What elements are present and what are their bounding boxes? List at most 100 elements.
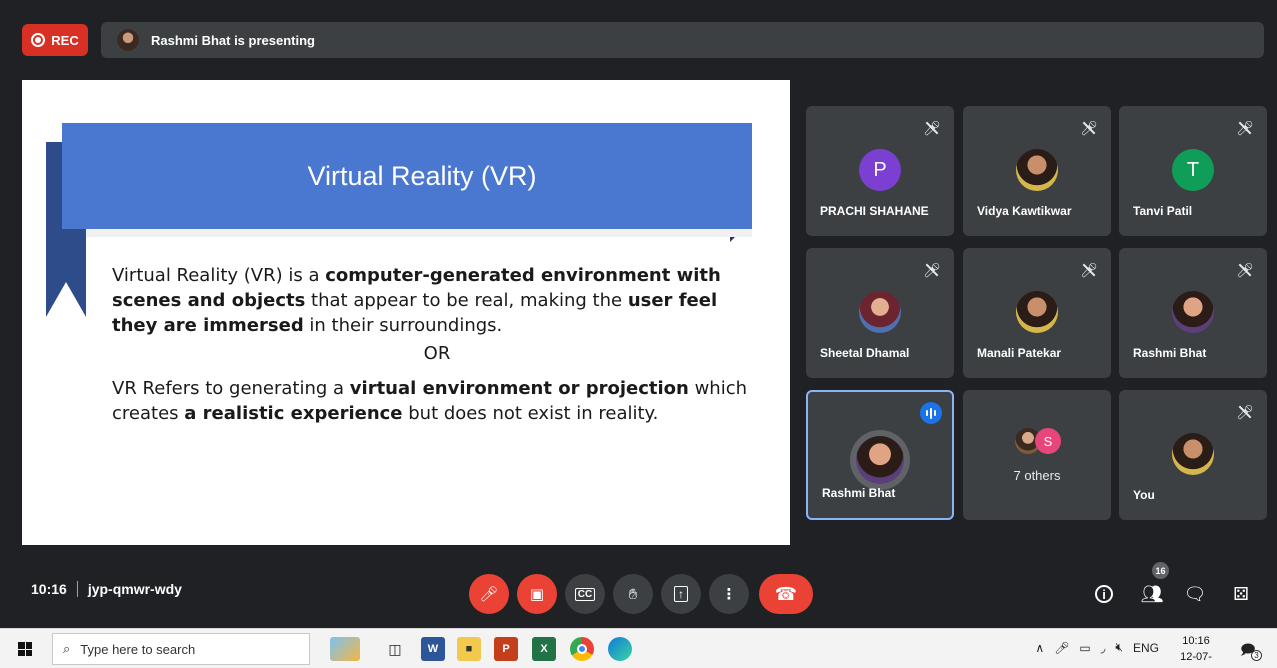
battery-icon[interactable]: ▭ [1079, 641, 1090, 655]
activities-button[interactable]: ⚄ [1227, 580, 1255, 608]
meeting-info: 10:16 jyp-qmwr-wdy [31, 581, 182, 597]
notification-center-icon[interactable]: 🗩︎ 3 [1240, 639, 1262, 661]
more-options-button[interactable]: ⋮ [709, 574, 749, 614]
speaking-indicator-icon [920, 402, 942, 424]
participant-name: Rashmi Bhat [822, 486, 896, 500]
language-indicator[interactable]: ENG [1133, 641, 1159, 655]
presenting-banner: Rashmi Bhat is presenting [101, 22, 1264, 58]
mic-off-icon: 🎤︎ [1235, 402, 1255, 422]
weather-widget-icon[interactable] [330, 637, 360, 661]
avatar: S [1035, 428, 1061, 454]
participant-tile[interactable]: 🎤︎ T Tanvi Patil [1119, 106, 1267, 236]
edge-icon[interactable] [608, 637, 632, 661]
camera-off-icon: ▣ [529, 586, 545, 603]
participant-tile[interactable]: 🎤︎ Vidya Kawtikwar [963, 106, 1111, 236]
mic-off-icon: 🎤︎ [922, 118, 942, 138]
search-placeholder: Type here to search [80, 641, 196, 657]
raise-hand-button[interactable]: ✋︎ [613, 574, 653, 614]
self-tile[interactable]: 🎤︎ You [1119, 390, 1267, 520]
mic-off-icon: 🎤︎ [1235, 118, 1255, 138]
slide-paragraph-2: VR Refers to generating a virtual enviro… [112, 378, 748, 424]
task-view-icon[interactable]: ◫ [383, 637, 407, 661]
people-button[interactable]: 👥︎ [1138, 580, 1166, 608]
presentation-slide: Virtual Reality (VR) Virtual Reality (VR… [22, 80, 790, 545]
mic-off-icon: 🎤︎ [1079, 260, 1099, 280]
windows-start-icon[interactable] [18, 642, 32, 656]
mic-off-icon: 🎤︎ [479, 586, 499, 603]
leave-call-button[interactable]: ☎︎ [759, 574, 813, 614]
present-button[interactable]: ↑ [661, 574, 701, 614]
file-explorer-icon[interactable]: ■ [457, 637, 481, 661]
slide-body: Virtual Reality (VR) is a computer-gener… [112, 263, 752, 426]
meeting-details-button[interactable]: i [1090, 580, 1118, 608]
camera-toggle-button[interactable]: ▣ [517, 574, 557, 614]
hand-icon: ✋︎ [628, 585, 638, 603]
participant-tile[interactable]: 🎤︎ Rashmi Bhat [1119, 248, 1267, 378]
chat-button[interactable]: 🗨︎ [1181, 580, 1209, 608]
presenter-avatar [117, 29, 139, 51]
avatar [850, 430, 910, 490]
hang-up-icon: ☎︎ [774, 583, 798, 604]
banner-shadow [86, 229, 752, 237]
mic-off-icon: 🎤︎ [1079, 118, 1099, 138]
top-bar: REC Rashmi Bhat is presenting [0, 0, 1277, 80]
participant-tile[interactable]: 🎤︎ Sheetal Dhamal [806, 248, 954, 378]
participant-name: Rashmi Bhat [1133, 346, 1207, 360]
mic-toggle-button[interactable]: 🎤︎ [469, 574, 509, 614]
participant-tile[interactable]: 🎤︎ P PRACHI SHAHANE [806, 106, 954, 236]
mic-off-icon: 🎤︎ [1235, 260, 1255, 280]
record-icon [31, 33, 46, 47]
participant-name: PRACHI SHAHANE [820, 204, 929, 218]
slide-or: OR [423, 343, 451, 364]
taskbar-clock[interactable]: 10:16 12-07-2022 [1170, 633, 1222, 668]
windows-taskbar: ⌕ Type here to search ◫ W ■ P X ∧ 🎤︎ ▭ ◞… [0, 628, 1277, 668]
clock-time: 10:16 [1182, 635, 1210, 647]
mic-off-icon: 🎤︎ [922, 260, 942, 280]
chevron-up-icon[interactable]: ∧ [1035, 641, 1044, 655]
participant-name: Manali Patekar [977, 346, 1062, 360]
divider [76, 581, 78, 597]
avatar [859, 291, 901, 333]
microphone-icon[interactable]: 🎤︎ [1054, 641, 1069, 655]
excel-icon[interactable]: X [532, 637, 556, 661]
others-avatars: S [1015, 428, 1061, 454]
captions-icon: CC [574, 587, 596, 601]
avatar [1016, 291, 1058, 333]
avatar [1172, 433, 1214, 475]
more-vert-icon: ⋮ [721, 586, 737, 603]
clock-date: 12-07-2022 [1180, 651, 1212, 668]
info-icon: i [1095, 585, 1113, 603]
participant-name: Tanvi Patil [1133, 204, 1193, 218]
speaker-muted-icon[interactable]: 🔇︎ [1115, 640, 1123, 655]
avatar [1016, 149, 1058, 191]
wifi-icon[interactable]: ◞ [1101, 641, 1106, 655]
people-icon: 👥︎ [1140, 583, 1164, 604]
activities-icon: ⚄ [1233, 583, 1249, 604]
participant-tile-active-speaker[interactable]: Rashmi Bhat [806, 390, 954, 520]
powerpoint-icon[interactable]: P [494, 637, 518, 661]
people-count-badge: 16 [1152, 562, 1169, 579]
participant-name: You [1133, 488, 1155, 502]
chrome-icon[interactable] [570, 637, 594, 661]
avatar: T [1172, 149, 1214, 191]
participant-name: Vidya Kawtikwar [977, 204, 1072, 218]
recording-label: REC [51, 32, 79, 48]
avatar [1172, 291, 1214, 333]
slide-title: Virtual Reality (VR) [307, 160, 537, 191]
search-icon: ⌕ [63, 641, 71, 656]
others-count: 7 others [1013, 468, 1061, 483]
notification-count: 3 [1251, 650, 1262, 661]
presenting-text: Rashmi Bhat is presenting [151, 32, 315, 48]
taskbar-search[interactable]: ⌕ Type here to search [52, 633, 310, 665]
others-tile[interactable]: S 7 others [963, 390, 1111, 520]
recording-indicator[interactable]: REC [22, 24, 88, 56]
meeting-time: 10:16 [31, 581, 67, 597]
word-icon[interactable]: W [421, 637, 445, 661]
slide-paragraph-1: Virtual Reality (VR) is a computer-gener… [112, 265, 721, 336]
system-tray: ∧ 🎤︎ ▭ ◞ 🔇︎ ENG [1035, 640, 1159, 655]
captions-button[interactable]: CC [565, 574, 605, 614]
meeting-code[interactable]: jyp-qmwr-wdy [88, 581, 182, 597]
participant-name: Sheetal Dhamal [820, 346, 910, 360]
slide-title-banner: Virtual Reality (VR) [62, 123, 752, 229]
participant-tile[interactable]: 🎤︎ Manali Patekar [963, 248, 1111, 378]
